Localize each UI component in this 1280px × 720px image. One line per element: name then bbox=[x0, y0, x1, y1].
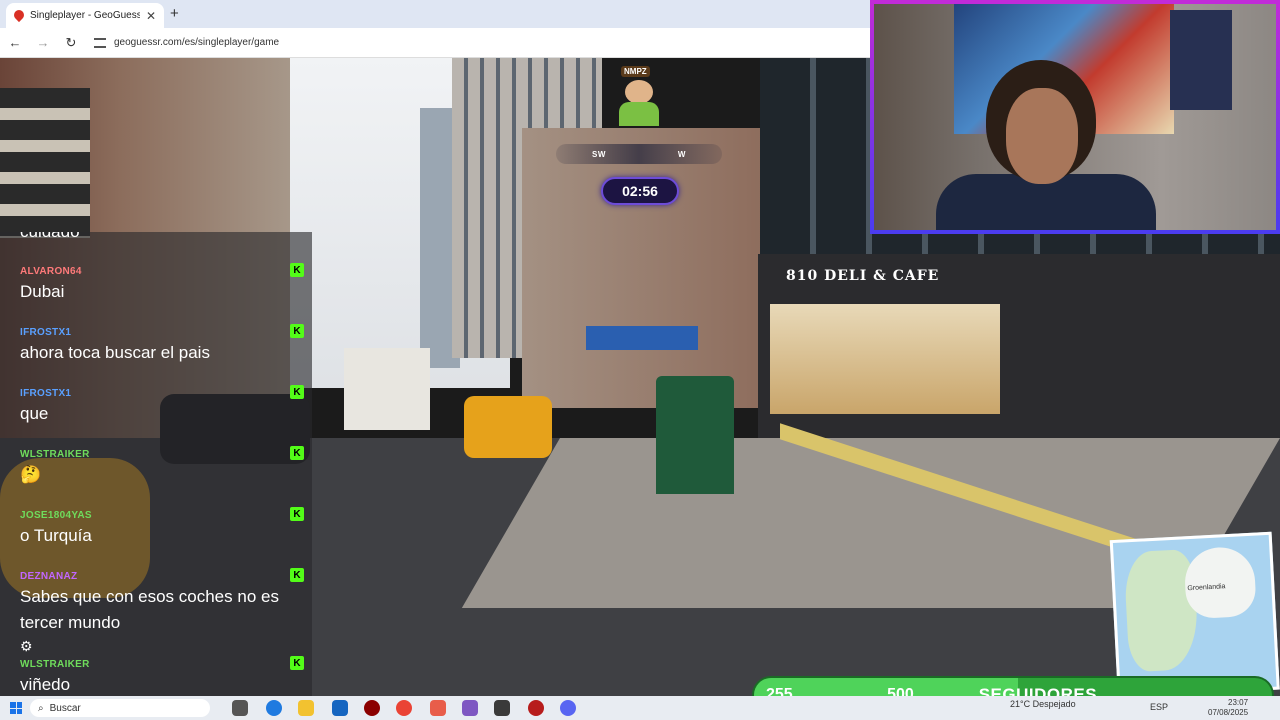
player-tag: NMPZ bbox=[621, 66, 650, 77]
chrome-icon[interactable] bbox=[396, 700, 412, 716]
chat-message: IFROSTX1 ahora toca buscar el pais bbox=[20, 327, 310, 366]
kick-badge-icon: K bbox=[290, 568, 304, 582]
outlook-icon[interactable] bbox=[332, 700, 348, 716]
forward-button[interactable]: → bbox=[36, 35, 50, 50]
app-icon[interactable] bbox=[364, 700, 380, 716]
kick-badge-icon: K bbox=[290, 263, 304, 277]
search-placeholder: Buscar bbox=[49, 702, 81, 714]
chat-text: o Turquía bbox=[20, 526, 92, 545]
browser-tab[interactable]: Singleplayer - GeoGuessr ✕ bbox=[6, 3, 164, 28]
deli-window bbox=[770, 304, 1000, 414]
back-button[interactable]: ← bbox=[8, 35, 22, 50]
clock-time: 23:07 bbox=[1228, 698, 1249, 707]
deli-sign: 810 DELI & CAFE bbox=[786, 268, 940, 284]
chat-overlay: cuidado ALVARON64 Dubai K IFROSTX1 ahora… bbox=[0, 232, 312, 698]
chat-username: WLSTRAIKER bbox=[20, 449, 90, 460]
app-icon[interactable] bbox=[430, 700, 446, 716]
chat-text: 🤔 bbox=[20, 465, 42, 484]
building-windows bbox=[0, 88, 90, 238]
chat-text: Sabes que con esos coches no es tercer m… bbox=[20, 587, 279, 632]
chat-text: que bbox=[20, 404, 49, 423]
chat-text: ahora toca buscar el pais bbox=[20, 343, 210, 362]
taskbar-clock[interactable]: 23:07 07/08/2025 bbox=[1208, 698, 1248, 718]
keyboard-language[interactable]: ESP bbox=[1150, 702, 1168, 712]
reload-button[interactable]: ↻ bbox=[64, 35, 78, 51]
avatar-face bbox=[625, 80, 653, 104]
screen: Singleplayer - GeoGuessr ✕ + ← → ↻ geogu… bbox=[0, 0, 1280, 720]
blue-awning bbox=[586, 326, 698, 350]
tab-title: Singleplayer - GeoGuessr bbox=[30, 10, 140, 21]
search-icon: ⌕ bbox=[38, 702, 44, 714]
app-icon[interactable] bbox=[494, 700, 510, 716]
portable-toilet bbox=[656, 376, 734, 494]
chat-username: JOSE1804YAS bbox=[20, 510, 92, 521]
weather-widget[interactable]: 21°C Despejado bbox=[1010, 699, 1076, 709]
compass-sw: SW bbox=[592, 149, 606, 159]
compass-w: W bbox=[677, 149, 686, 159]
chat-username: DEZNANAZ bbox=[20, 571, 78, 582]
close-tab-icon[interactable]: ✕ bbox=[146, 9, 156, 23]
url-text: geoguessr.com/es/singleplayer/game bbox=[114, 37, 280, 48]
kick-badge-icon: K bbox=[290, 507, 304, 521]
new-tab-button[interactable]: + bbox=[170, 5, 179, 22]
task-view-icon[interactable] bbox=[232, 700, 248, 716]
player-avatar: NMPZ bbox=[617, 60, 661, 126]
chat-message: ALVARON64 Dubai bbox=[20, 266, 310, 305]
chat-text: Dubai bbox=[20, 282, 65, 301]
building-brick bbox=[522, 128, 762, 408]
delivery-truck bbox=[344, 348, 430, 430]
chat-message: DEZNANAZ Sabes que con esos coches no es… bbox=[20, 571, 310, 636]
yellow-taxi bbox=[464, 396, 552, 458]
chat-message: IFROSTX1 que bbox=[20, 388, 310, 427]
avatar-body bbox=[619, 102, 659, 126]
chat-message: WLSTRAIKER 🤔 bbox=[20, 449, 310, 488]
chat-settings-icon[interactable]: ⚙ bbox=[20, 638, 33, 655]
compass-bar: SW W bbox=[556, 144, 722, 164]
windows-start-icon[interactable] bbox=[10, 702, 22, 714]
anime-poster bbox=[1170, 10, 1232, 110]
streamer-face bbox=[1006, 88, 1078, 184]
kick-badge-icon: K bbox=[290, 446, 304, 460]
file-explorer-icon[interactable] bbox=[298, 700, 314, 716]
chat-username: IFROSTX1 bbox=[20, 388, 72, 399]
taskbar-search[interactable]: ⌕ Buscar bbox=[30, 699, 210, 717]
copilot-icon[interactable] bbox=[462, 700, 478, 716]
discord-icon[interactable] bbox=[560, 700, 576, 716]
chat-username: ALVARON64 bbox=[20, 266, 82, 277]
url-box[interactable]: geoguessr.com/es/singleplayer/game bbox=[94, 37, 279, 48]
chat-message: JOSE1804YAS o Turquía bbox=[20, 510, 310, 549]
geoguessr-favicon-icon bbox=[14, 10, 24, 22]
clock-date: 07/08/2025 bbox=[1208, 708, 1249, 717]
address-bar: ← → ↻ geoguessr.com/es/singleplayer/game bbox=[0, 28, 870, 58]
kick-badge-icon: K bbox=[290, 385, 304, 399]
chat-username: IFROSTX1 bbox=[20, 327, 72, 338]
browser-tab-bar: Singleplayer - GeoGuessr ✕ + bbox=[0, 0, 870, 28]
kick-badge-icon: K bbox=[290, 656, 304, 670]
chat-partial-message: cuidado bbox=[20, 232, 80, 242]
kick-badge-icon: K bbox=[290, 324, 304, 338]
app-icon[interactable] bbox=[528, 700, 544, 716]
chat-username: WLSTRAIKER bbox=[20, 659, 90, 670]
round-timer: 02:56 bbox=[601, 177, 679, 205]
chat-text: viñedo bbox=[20, 675, 71, 694]
chat-message: WLSTRAIKER viñedo bbox=[20, 659, 310, 698]
edge-icon[interactable] bbox=[266, 700, 282, 716]
windows-taskbar: ⌕ Buscar 21°C Despejado ESP 23:07 07/08/… bbox=[0, 696, 1280, 720]
webcam-overlay bbox=[870, 0, 1280, 234]
guess-minimap[interactable]: Groenlandia bbox=[1109, 531, 1280, 698]
site-settings-icon[interactable] bbox=[94, 37, 106, 48]
